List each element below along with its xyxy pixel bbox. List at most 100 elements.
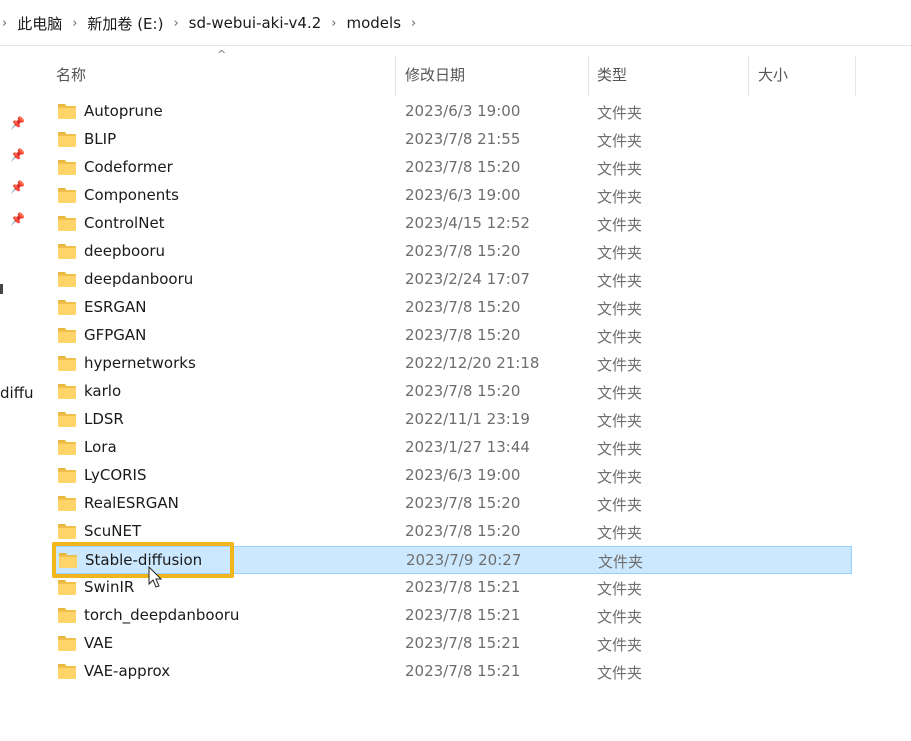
modified-date: 2023/6/3 19:00 [405, 466, 521, 484]
folder-row[interactable]: ControlNet 2023/4/15 12:52 文件夹 [52, 210, 852, 238]
modified-date: 2023/7/8 15:21 [405, 606, 521, 624]
address-bar[interactable]: › 此电脑 › 新加卷 (E:) › sd-webui-aki-v4.2 › m… [0, 0, 911, 46]
folder-name: torch_deepdanbooru [84, 606, 240, 624]
modified-date: 2023/7/8 15:21 [405, 662, 521, 680]
pin-icon[interactable]: 📌 [10, 116, 25, 130]
folder-name: VAE [84, 634, 114, 652]
chevron-right-icon[interactable]: › [68, 16, 81, 31]
breadcrumb-sd-webui[interactable]: sd-webui-aki-v4.2 [183, 14, 328, 32]
folder-icon [58, 496, 76, 511]
mouse-cursor-icon [148, 566, 163, 588]
folder-icon [58, 636, 76, 651]
column-divider[interactable] [395, 56, 396, 96]
folder-icon [58, 272, 76, 287]
folder-name: deepdanbooru [84, 270, 194, 288]
chevron-right-icon[interactable]: › [327, 16, 340, 31]
file-type: 文件夹 [597, 356, 643, 374]
folder-row[interactable]: ESRGAN 2023/7/8 15:20 文件夹 [52, 294, 852, 322]
folder-name: Components [84, 186, 179, 204]
column-header-name[interactable]: 名称 [56, 64, 86, 85]
folder-row[interactable]: LyCORIS 2023/6/3 19:00 文件夹 [52, 462, 852, 490]
folder-name: ESRGAN [84, 298, 147, 316]
folder-name: BLIP [84, 130, 117, 148]
folder-row[interactable]: torch_deepdanbooru 2023/7/8 15:21 文件夹 [52, 602, 852, 630]
folder-name: Codeformer [84, 158, 173, 176]
folder-icon [58, 384, 76, 399]
file-type: 文件夹 [597, 636, 643, 654]
breadcrumb-models[interactable]: models [341, 14, 408, 32]
pin-icon[interactable]: 📌 [10, 212, 25, 226]
file-type: 文件夹 [597, 412, 643, 430]
folder-row[interactable]: ScuNET 2023/7/8 15:20 文件夹 [52, 518, 852, 546]
folder-row[interactable]: SwinIR 2023/7/8 15:21 文件夹 [52, 574, 852, 602]
column-header-type[interactable]: 类型 [597, 64, 627, 85]
column-divider[interactable] [748, 56, 749, 96]
file-type: 文件夹 [597, 216, 643, 234]
file-type: 文件夹 [597, 580, 643, 598]
chevron-right-icon[interactable]: › [407, 16, 420, 31]
modified-date: 2022/11/1 23:19 [405, 410, 530, 428]
file-type: 文件夹 [597, 608, 643, 626]
modified-date: 2023/7/8 15:20 [405, 382, 521, 400]
folder-name: Autoprune [84, 102, 163, 120]
modified-date: 2023/1/27 13:44 [405, 438, 530, 456]
file-type: 文件夹 [597, 468, 643, 486]
folder-row[interactable]: deepdanbooru 2023/2/24 17:07 文件夹 [52, 266, 852, 294]
breadcrumb-this-pc[interactable]: 此电脑 [11, 13, 68, 34]
file-type: 文件夹 [597, 664, 643, 682]
modified-date: 2023/6/3 19:00 [405, 102, 521, 120]
folder-row[interactable]: Lora 2023/1/27 13:44 文件夹 [52, 434, 852, 462]
file-type: 文件夹 [597, 440, 643, 458]
folder-row[interactable]: RealESRGAN 2023/7/8 15:20 文件夹 [52, 490, 852, 518]
folder-row[interactable]: Stable-diffusion 2023/7/9 20:27 文件夹 [52, 546, 852, 574]
folder-icon [58, 328, 76, 343]
folder-icon [58, 468, 76, 483]
modified-date: 2023/7/8 15:20 [405, 494, 521, 512]
breadcrumb-drive-e[interactable]: 新加卷 (E:) [81, 13, 169, 34]
navigation-pane[interactable]: 📌 📌 📌 📌 diffu [0, 46, 34, 741]
folder-row[interactable]: hypernetworks 2022/12/20 21:18 文件夹 [52, 350, 852, 378]
column-divider[interactable] [588, 56, 589, 96]
folder-row[interactable]: Codeformer 2023/7/8 15:20 文件夹 [52, 154, 852, 182]
folder-name: deepbooru [84, 242, 166, 260]
chevron-right-icon[interactable]: › [0, 16, 11, 31]
column-header-date[interactable]: 修改日期 [405, 64, 465, 85]
folder-icon [58, 356, 76, 371]
file-type: 文件夹 [597, 384, 643, 402]
folder-row[interactable]: deepbooru 2023/7/8 15:20 文件夹 [52, 238, 852, 266]
folder-row[interactable]: Components 2023/6/3 19:00 文件夹 [52, 182, 852, 210]
pin-icon[interactable]: 📌 [10, 148, 25, 162]
modified-date: 2023/6/3 19:00 [405, 186, 521, 204]
nav-expand-marker [0, 284, 3, 294]
folder-name: RealESRGAN [84, 494, 179, 512]
column-header-size[interactable]: 大小 [758, 64, 788, 85]
folder-name: Lora [84, 438, 117, 456]
folder-icon [58, 524, 76, 539]
folder-icon [58, 580, 76, 595]
folder-name: ScuNET [84, 522, 142, 540]
folder-row[interactable]: Autoprune 2023/6/3 19:00 文件夹 [52, 98, 852, 126]
modified-date: 2023/7/9 20:27 [406, 551, 522, 569]
file-type: 文件夹 [597, 300, 643, 318]
folder-row[interactable]: BLIP 2023/7/8 21:55 文件夹 [52, 126, 852, 154]
modified-date: 2023/7/8 15:21 [405, 634, 521, 652]
file-type: 文件夹 [597, 524, 643, 542]
folder-row[interactable]: VAE 2023/7/8 15:21 文件夹 [52, 630, 852, 658]
folder-row[interactable]: karlo 2023/7/8 15:20 文件夹 [52, 378, 852, 406]
file-type: 文件夹 [597, 160, 643, 178]
folder-name: VAE-approx [84, 662, 171, 680]
folder-row[interactable]: VAE-approx 2023/7/8 15:21 文件夹 [52, 658, 852, 686]
folder-name: hypernetworks [84, 354, 196, 372]
folder-row[interactable]: GFPGAN 2023/7/8 15:20 文件夹 [52, 322, 852, 350]
file-type: 文件夹 [597, 188, 643, 206]
file-type: 文件夹 [597, 132, 643, 150]
folder-row[interactable]: LDSR 2022/11/1 23:19 文件夹 [52, 406, 852, 434]
folder-name: karlo [84, 382, 122, 400]
pin-icon[interactable]: 📌 [10, 180, 25, 194]
column-divider[interactable] [855, 56, 856, 96]
modified-date: 2023/7/8 15:20 [405, 242, 521, 260]
chevron-right-icon[interactable]: › [169, 16, 182, 31]
file-type: 文件夹 [597, 496, 643, 514]
nav-item-stable-diffusion[interactable]: diffu [0, 384, 34, 402]
folder-icon [58, 244, 76, 259]
